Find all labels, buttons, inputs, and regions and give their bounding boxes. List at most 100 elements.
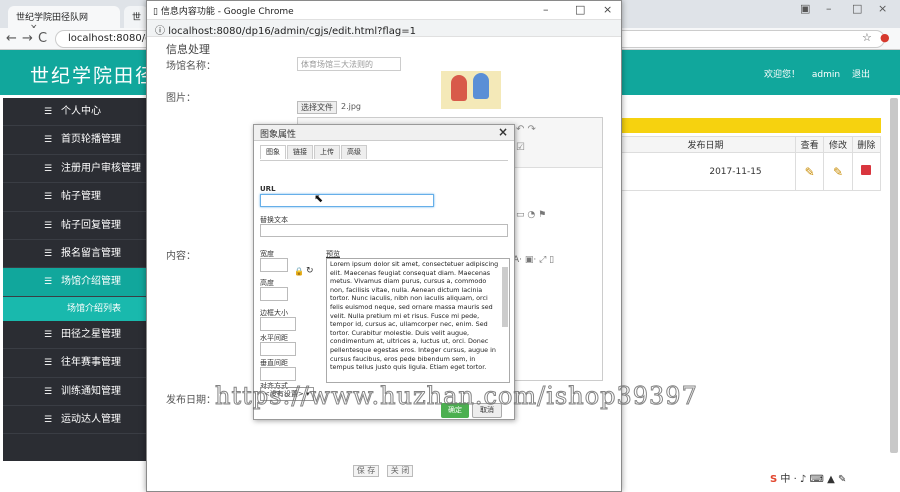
cartoon-girl-figure (451, 75, 467, 101)
sidebar-item-venues[interactable]: ☰ 场馆介绍管理 (3, 268, 146, 297)
close-button[interactable]: 关 闭 (387, 465, 413, 477)
tab-advanced[interactable]: 高级 (341, 145, 367, 159)
popup-window-title: 信息内容功能 - Google Chrome (160, 7, 294, 17)
view-pencil-icon[interactable]: ✎ (805, 165, 815, 179)
notice-bar (615, 118, 881, 133)
sidebar-item-user-review[interactable]: ☰ 注册用户审核管理 (3, 155, 146, 184)
sidebar-item-label: 帖子回复管理 (61, 219, 121, 231)
popup-minimize-button[interactable]: – (543, 3, 549, 16)
page-icon: ▯ (153, 7, 161, 17)
preview-text: Lorem ipsum dolor sit amet, consectetuer… (330, 260, 499, 372)
sidebar-item-stars[interactable]: ☰ 田径之星管理 (3, 321, 146, 350)
tab-label: 世 (132, 13, 142, 23)
info-icon: ⓘ (155, 26, 169, 37)
menu-stack-icon: ☰ (44, 163, 53, 174)
tray-icons: · ♪ ⌨ ▲ ✎ (793, 474, 847, 485)
popup-url: localhost:8080/dp16/admin/cgjs/edit.html… (168, 26, 416, 37)
close-window-button[interactable]: × (878, 2, 887, 15)
reload-icon[interactable]: C (38, 31, 47, 46)
lock-icon[interactable]: 🔒 (294, 267, 304, 276)
vspace-input[interactable] (260, 367, 296, 381)
width-input[interactable] (260, 258, 288, 272)
tab-link[interactable]: 链接 (287, 145, 313, 159)
menu-stack-icon: ☰ (44, 135, 53, 146)
header-user-links: 欢迎您！ admin 退出 (755, 67, 870, 80)
sidebar-item-label: 场馆介绍管理 (61, 276, 121, 288)
window-menu-icon[interactable]: ▣ (800, 2, 810, 15)
editor-format-icon[interactable]: A· ▣· ⤢ ▯ (513, 255, 554, 265)
maximize-button[interactable]: □ (852, 2, 862, 15)
delete-icon[interactable] (861, 165, 872, 175)
sidebar-item-signup[interactable]: ☰ 报名留言管理 (3, 240, 146, 269)
menu-stack-icon: ☰ (44, 358, 53, 369)
undo-redo-icon[interactable]: ↶ ↷ (516, 124, 536, 135)
popup-titlebar: ▯ 信息内容功能 - Google Chrome – □ × (147, 1, 621, 19)
menu-stack-icon: ☰ (44, 192, 53, 203)
dialog-body: URL 替换文本 宽度 高度 🔒 ↻ 边框大小 水平间距 垂直间距 对齐方式 <… (260, 161, 510, 401)
popup-maximize-button[interactable]: □ (575, 3, 585, 16)
border-input[interactable] (260, 317, 296, 331)
welcome-text: 欢迎您！ (764, 70, 801, 80)
menu-stack-icon: ☰ (44, 414, 53, 425)
sidebar-item-profile[interactable]: ☰ 个人中心 (3, 98, 146, 127)
tab-second[interactable]: 世 (124, 6, 148, 28)
system-tray: S 中 · ♪ ⌨ ▲ ✎ (770, 470, 900, 492)
save-button[interactable]: 保 存 (353, 465, 379, 477)
dialog-title: 图象属性 (260, 130, 297, 140)
dialog-tabs: 图象 链接 上传 高级 (260, 144, 508, 161)
hspace-input[interactable] (260, 342, 296, 356)
image-thumbnail (441, 71, 501, 109)
sidebar-item-training[interactable]: ☰ 训练通知管理 (3, 378, 146, 406)
dialog-close-icon[interactable]: × (498, 125, 508, 139)
sidebar-item-label: 帖子管理 (61, 191, 101, 203)
watermark: https://www.huzhan.com/ishop39397 (215, 382, 698, 411)
extension-icon[interactable]: ● (880, 31, 890, 44)
table-row: 2017-11-15 ✎ ✎ (615, 152, 882, 191)
sidebar-item-past-events[interactable]: ☰ 往年赛事管理 (3, 349, 146, 378)
ime-mode[interactable]: 中 (780, 474, 790, 485)
logout-link[interactable]: 退出 (852, 70, 870, 80)
sidebar: ☰ 个人中心 ☰ 首页轮播管理 ☰ 注册用户审核管理 ☰ 帖子管理 ☰ 帖子回复管理 ☰ 报… (3, 98, 146, 461)
tab-image[interactable]: 图象 (260, 145, 286, 159)
ime-logo-icon[interactable]: S (770, 474, 777, 485)
edit-pencil-icon[interactable]: ✎ (833, 165, 843, 179)
tab-site[interactable]: 世纪学院田径队网 × (8, 6, 120, 33)
venue-name-input[interactable]: 体育场馆三大法则的 (297, 57, 401, 71)
menu-stack-icon: ☰ (44, 107, 53, 117)
menu-stack-icon: ☰ (44, 277, 53, 288)
sidebar-item-athletes[interactable]: ☰ 运动达人管理 (3, 406, 146, 435)
cartoon-boy-figure (473, 73, 489, 99)
column-header: 查看 (794, 136, 825, 153)
url-label: URL (260, 185, 276, 193)
alt-text-input[interactable] (260, 224, 508, 237)
popup-close-button[interactable]: × (603, 3, 612, 16)
minimize-button[interactable]: – (826, 2, 832, 15)
height-input[interactable] (260, 287, 288, 301)
sidebar-item-label: 训练通知管理 (61, 385, 121, 397)
url-input[interactable] (260, 194, 434, 207)
bookmark-star-icon[interactable]: ☆ (862, 31, 872, 44)
editor-tool-icon[interactable]: ☑ (516, 142, 525, 153)
sidebar-subitem-venue-list[interactable]: 场馆介绍列表 (3, 296, 146, 321)
image-properties-dialog: 图象属性 × 图象 链接 上传 高级 URL 替换文本 宽度 高度 🔒 ↻ 边框大小 … (253, 124, 515, 420)
name-label: 场馆名称： (166, 61, 216, 72)
choose-file-button[interactable]: 选择文件 (297, 101, 337, 114)
sidebar-item-label: 运动达人管理 (61, 413, 121, 425)
username-link[interactable]: admin (812, 70, 840, 80)
sidebar-item-carousel[interactable]: ☰ 首页轮播管理 (3, 126, 146, 155)
sidebar-item-posts[interactable]: ☰ 帖子管理 (3, 183, 146, 212)
sidebar-item-label: 报名留言管理 (61, 247, 121, 259)
back-arrow-icon[interactable]: ← (6, 31, 17, 46)
forward-arrow-icon[interactable]: → (22, 31, 33, 46)
popup-address-bar[interactable]: ⓘ localhost:8080/dp16/admin/cgjs/edit.ht… (147, 19, 621, 37)
page-scrollbar[interactable] (890, 98, 898, 453)
date-label: 发布日期： (166, 395, 216, 406)
editor-media-icon[interactable]: ▭ ◔ ⚑ (516, 210, 546, 220)
tab-upload[interactable]: 上传 (314, 145, 340, 159)
reset-icon[interactable]: ↻ (306, 266, 314, 276)
sidebar-item-label: 个人中心 (61, 106, 101, 117)
sidebar-item-label: 首页轮播管理 (61, 134, 121, 146)
sidebar-item-replies[interactable]: ☰ 帖子回复管理 (3, 212, 146, 240)
preview-scrollbar[interactable] (502, 267, 508, 327)
preview-box[interactable]: Lorem ipsum dolor sit amet, consectetuer… (326, 258, 510, 383)
